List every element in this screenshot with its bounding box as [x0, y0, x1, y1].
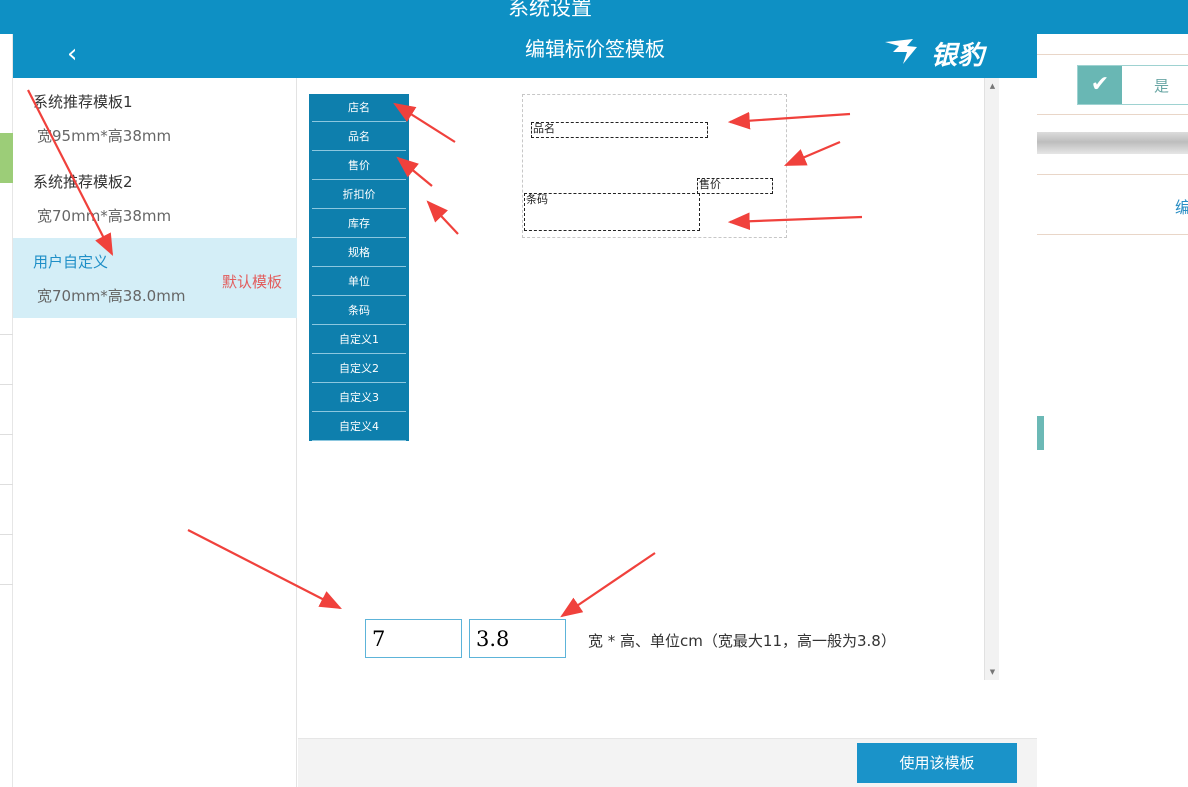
field-palette: 店名 品名 售价 折扣价 库存 规格 单位 条码 自定义1 自定义2 自定义3 …	[309, 94, 409, 441]
template-list: 系统推荐模板1 宽95mm*高38mm 系统推荐模板2 宽70mm*高38mm …	[13, 78, 297, 787]
check-icon: ✔	[1078, 66, 1122, 104]
field-custom-1[interactable]: 自定义1	[312, 326, 406, 354]
default-template-badge: 默认模板	[222, 273, 283, 291]
background-green-marker	[0, 133, 13, 183]
editor-vertical-scrollbar[interactable]: ▲ ▼	[984, 78, 999, 680]
size-hint: 宽 * 高、单位cm（宽最大11，高一般为3.8）	[588, 632, 896, 650]
canvas-product-name[interactable]: 品名	[531, 122, 708, 138]
background-divider	[0, 334, 13, 335]
background-divider	[1037, 114, 1188, 115]
template-name: 用户自定义	[33, 253, 109, 271]
background-title: 系统设置	[508, 0, 592, 20]
background-edit-link[interactable]: 编	[1175, 194, 1188, 218]
edit-label-template-dialog: ‹ 编辑标价签模板 银豹 系统推荐模板1 宽95mm*高38mm 系统推荐模板2…	[13, 34, 1037, 787]
use-template-button[interactable]: 使用该模板	[857, 743, 1017, 783]
background-divider	[0, 434, 13, 435]
field-store-name[interactable]: 店名	[312, 94, 406, 122]
label-width-input[interactable]	[365, 619, 462, 658]
toggle-label: 是	[1154, 77, 1170, 95]
template-size: 宽70mm*高38.0mm	[37, 287, 186, 305]
canvas-price[interactable]: 售价	[697, 178, 773, 194]
brand-logo-text: 银豹	[931, 41, 986, 71]
background-divider	[1037, 234, 1188, 235]
dialog-header: ‹ 编辑标价签模板 银豹	[13, 34, 1037, 78]
field-custom-4[interactable]: 自定义4	[312, 413, 406, 441]
background-divider	[0, 534, 13, 535]
background-grey-bar	[1037, 132, 1188, 154]
scroll-down-icon[interactable]: ▼	[985, 666, 1000, 678]
background-divider	[1037, 174, 1188, 175]
background-right-panel: ✔ 是 编	[1037, 34, 1188, 787]
template-size: 宽95mm*高38mm	[37, 127, 172, 145]
field-unit[interactable]: 单位	[312, 268, 406, 296]
field-custom-2[interactable]: 自定义2	[312, 355, 406, 383]
background-divider	[0, 484, 13, 485]
field-discount-price[interactable]: 折扣价	[312, 181, 406, 209]
background-scroll-handle[interactable]	[1037, 416, 1044, 450]
field-custom-3[interactable]: 自定义3	[312, 384, 406, 412]
label-height-input[interactable]	[469, 619, 566, 658]
background-divider	[0, 584, 13, 585]
background-toggle[interactable]: ✔ 是	[1077, 65, 1188, 105]
field-stock[interactable]: 库存	[312, 210, 406, 238]
template-name: 系统推荐模板2	[33, 173, 133, 191]
field-spec[interactable]: 规格	[312, 239, 406, 267]
screen: 系统设置 ✔ 是 编 ‹ 编辑标价签模板 银豹 系统推荐模板1 宽95mm*高3…	[0, 0, 1188, 787]
field-product-name[interactable]: 品名	[312, 123, 406, 151]
template-item-2[interactable]: 系统推荐模板2 宽70mm*高38mm	[13, 158, 297, 238]
scroll-up-icon[interactable]: ▲	[985, 80, 1000, 92]
label-canvas[interactable]: 品名 售价 条码	[522, 94, 787, 238]
dialog-footer: 使用该模板	[298, 738, 1037, 787]
template-name: 系统推荐模板1	[33, 93, 133, 111]
background-left-strip	[0, 34, 13, 787]
template-item-1[interactable]: 系统推荐模板1 宽95mm*高38mm	[13, 78, 297, 158]
template-item-custom[interactable]: 用户自定义 宽70mm*高38.0mm 默认模板	[13, 238, 297, 318]
template-size: 宽70mm*高38mm	[37, 207, 172, 225]
background-divider	[0, 384, 13, 385]
background-titlebar: 系统设置	[0, 0, 1188, 34]
field-price[interactable]: 售价	[312, 152, 406, 180]
canvas-barcode[interactable]: 条码	[524, 193, 700, 231]
field-barcode[interactable]: 条码	[312, 297, 406, 325]
